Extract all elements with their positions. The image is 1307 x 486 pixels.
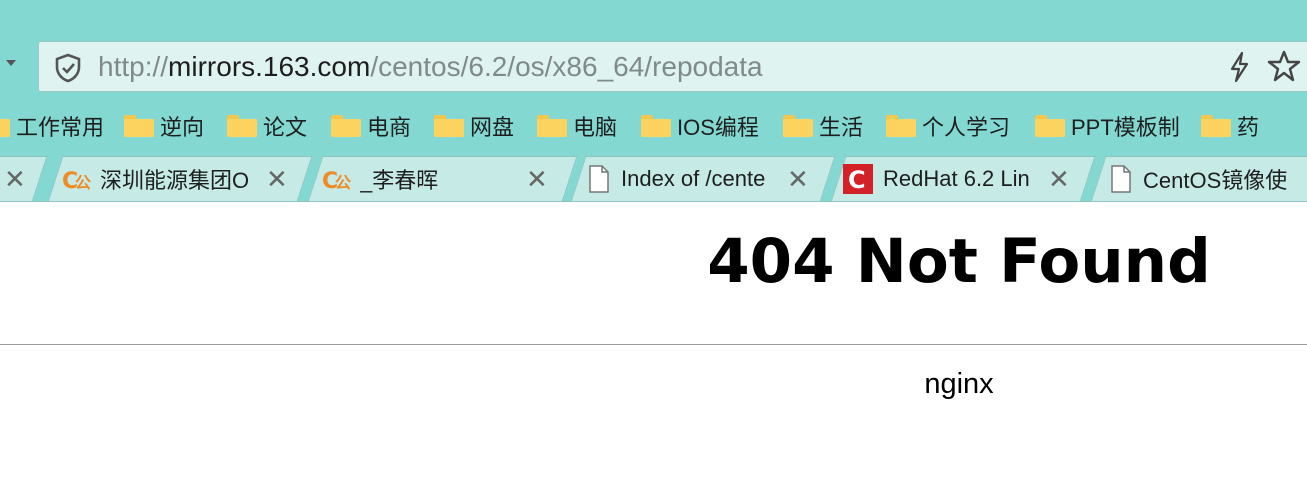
cnki-icon: C 公 <box>322 169 351 192</box>
lightning-icon[interactable] <box>1227 51 1251 83</box>
bookmark-folder-逆向[interactable]: 逆向 <box>124 111 204 141</box>
tab-4-content: C RedHat 6.2 Lin <box>843 156 1043 202</box>
bookmark-label: 个人学习 <box>922 115 1011 140</box>
tab-3-content: Index of /cente <box>588 156 783 202</box>
svg-text:公: 公 <box>335 173 351 192</box>
address-bar[interactable]: http://mirrors.163.com/centos/6.2/os/x86… <box>38 41 1307 92</box>
bookmark-label: 逆向 <box>160 115 205 140</box>
tab-title: CentOS镜像使 <box>1143 168 1288 193</box>
folder-icon <box>783 115 813 137</box>
tab-title: Index of /cente <box>621 166 766 191</box>
url-text[interactable]: http://mirrors.163.com/centos/6.2/os/x86… <box>98 49 763 85</box>
close-icon[interactable]: ✕ <box>266 167 288 193</box>
folder-icon <box>124 115 154 137</box>
bookmark-label: 工作常用 <box>16 115 105 140</box>
bookmark-folder-ppt模板制[interactable]: PPT模板制 <box>1035 111 1180 141</box>
bookmark-label: 电商 <box>367 115 412 140</box>
tab-2-content: C 公 _李春晖 <box>322 156 522 202</box>
bookmark-label: 生活 <box>819 115 864 140</box>
url-host: mirrors.163.com <box>168 51 371 82</box>
cnki-icon: C 公 <box>62 169 91 192</box>
tab-title: 深圳能源集团O <box>100 168 250 193</box>
bookmark-folder-个人学习[interactable]: 个人学习 <box>886 111 1010 141</box>
server-name: nginx <box>924 368 994 400</box>
bookmark-label: 论文 <box>263 115 308 140</box>
page-icon <box>589 165 609 193</box>
bookmark-folder-网盘[interactable]: 网盘 <box>434 111 514 141</box>
svg-text:C: C <box>848 166 866 194</box>
bookmark-folder-生活[interactable]: 生活 <box>783 111 863 141</box>
page-content: 404 Not Found nginx <box>0 202 1307 486</box>
security-shield-icon[interactable] <box>54 53 82 83</box>
tab-1-content: C 公 深圳能源集团O <box>62 156 262 202</box>
bookmark-folder-电脑[interactable]: 电脑 <box>537 111 617 141</box>
folder-icon <box>886 115 916 137</box>
tab-title: RedHat 6.2 Lin <box>883 166 1030 191</box>
bookmark-folder-药[interactable]: 药 <box>1201 111 1259 141</box>
folder-icon <box>227 115 257 137</box>
bookmark-star-icon[interactable] <box>1267 49 1301 83</box>
close-icon[interactable]: ✕ <box>787 167 809 193</box>
svg-text:公: 公 <box>75 173 91 192</box>
bookmark-label: 电脑 <box>573 115 618 140</box>
address-toolbar: http://mirrors.163.com/centos/6.2/os/x86… <box>0 0 1307 103</box>
back-history-dropdown-icon[interactable] <box>6 60 16 66</box>
url-path: /centos/6.2/os/x86_64/repodata <box>370 51 763 82</box>
page-icon <box>1111 165 1131 193</box>
bookmark-folder-工作常用[interactable]: 工作常用 <box>0 111 104 141</box>
bookmark-label: IOS编程 <box>677 115 759 140</box>
bookmark-label: 网盘 <box>470 115 515 140</box>
bookmarks-bar: 工作常用 逆向 论文 电商 网盘 电脑 IOS编程 生活 个人学习 PPT模板制… <box>0 103 1307 150</box>
folder-icon <box>537 115 567 137</box>
bookmark-label: PPT模板制 <box>1071 115 1180 140</box>
c-logo-icon: C <box>843 164 873 194</box>
tab-title: _李春晖 <box>360 168 439 193</box>
bookmark-folder-ios编程[interactable]: IOS编程 <box>641 111 759 141</box>
close-icon[interactable]: ✕ <box>1048 167 1070 193</box>
folder-icon <box>641 115 671 137</box>
horizontal-rule <box>0 344 1307 345</box>
close-icon[interactable]: ✕ <box>526 167 548 193</box>
close-icon[interactable]: ✕ <box>4 167 26 193</box>
folder-icon <box>1035 115 1065 137</box>
url-scheme: http:// <box>98 51 169 82</box>
folder-icon <box>331 115 361 137</box>
tab-strip: ✕ C 公 深圳能源集团O ✕ C 公 _李春晖 ✕ Index of /cen… <box>0 150 1307 202</box>
folder-icon <box>434 115 464 137</box>
tab-5-content: CentOS镜像使 <box>1110 156 1307 202</box>
bookmark-folder-电商[interactable]: 电商 <box>331 111 411 141</box>
folder-icon <box>0 115 10 137</box>
page-title: 404 Not Found <box>707 226 1211 297</box>
folder-icon <box>1201 115 1231 137</box>
bookmark-label: 药 <box>1237 115 1260 140</box>
bookmark-folder-论文[interactable]: 论文 <box>227 111 307 141</box>
